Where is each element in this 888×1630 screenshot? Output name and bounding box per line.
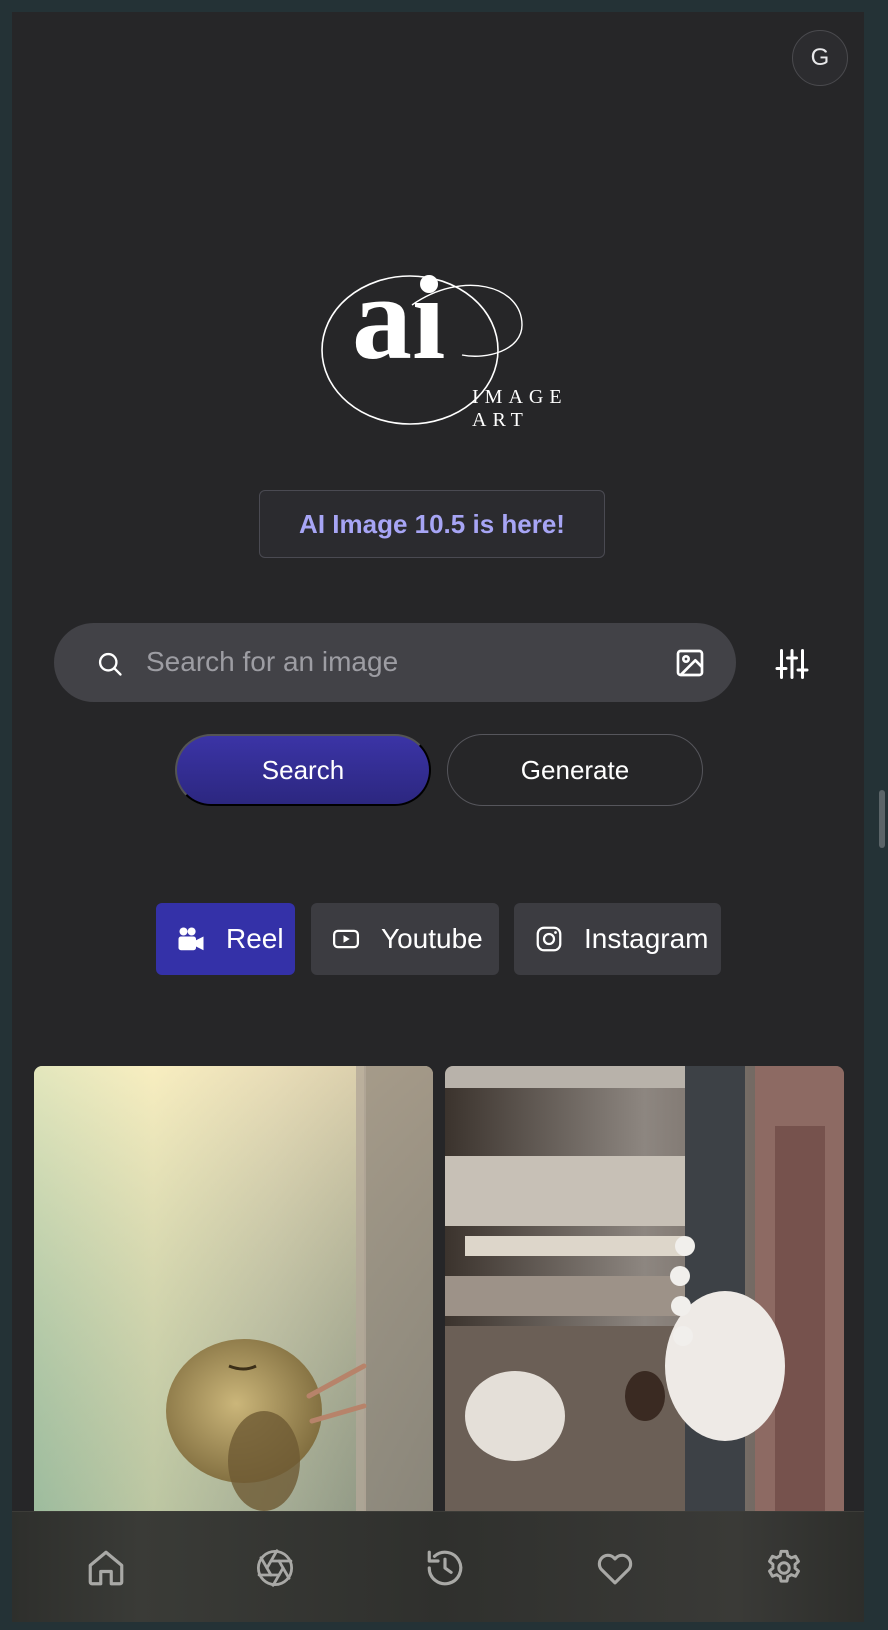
search-button[interactable]: Search: [175, 734, 431, 806]
nav-favorites[interactable]: [587, 1540, 643, 1596]
format-chip-instagram[interactable]: Instagram: [514, 903, 721, 975]
image-upload-icon[interactable]: [674, 647, 706, 679]
format-chip-reel[interactable]: Reel: [156, 903, 295, 975]
search-icon: [98, 652, 122, 676]
nav-settings[interactable]: [756, 1540, 812, 1596]
history-icon: [427, 1550, 463, 1586]
generate-button[interactable]: Generate: [447, 734, 703, 806]
search-bar[interactable]: [54, 623, 736, 702]
app-window: G ai IMAGE ART AI Image 10.5 is here! Se…: [12, 12, 864, 1622]
search-input[interactable]: [146, 639, 616, 685]
youtube-icon: [333, 929, 359, 949]
sliders-icon[interactable]: [774, 646, 810, 682]
format-chip-label: Reel: [226, 923, 284, 954]
mosque-prayer-image: [445, 1066, 844, 1536]
nav-explore[interactable]: [247, 1540, 303, 1596]
nav-home[interactable]: [78, 1540, 134, 1596]
scrollbar-thumb[interactable]: [879, 790, 885, 848]
format-chip-label: Instagram: [584, 923, 709, 954]
bird-on-wall-image: [34, 1066, 433, 1536]
logo-line-2: ART: [472, 409, 529, 431]
heart-icon: [597, 1553, 633, 1585]
format-chip-label: Youtube: [381, 923, 483, 954]
announcement-text: AI Image 10.5 is here!: [299, 508, 565, 539]
gallery-card[interactable]: [445, 1066, 844, 1536]
gallery-card[interactable]: [34, 1066, 433, 1536]
instagram-icon: [536, 926, 562, 952]
logo-mark: ai: [352, 251, 445, 384]
bottom-navigation: [12, 1511, 864, 1622]
announcement-banner[interactable]: AI Image 10.5 is here!: [259, 490, 605, 558]
aperture-icon: [256, 1549, 294, 1587]
format-chip-youtube[interactable]: Youtube: [311, 903, 499, 975]
settings-icon: [767, 1549, 801, 1583]
nav-history[interactable]: [417, 1540, 473, 1596]
logo-line-1: IMAGE: [472, 386, 568, 408]
avatar[interactable]: G: [792, 30, 848, 86]
avatar-initial: G: [810, 44, 830, 71]
home-icon: [88, 1550, 124, 1586]
video-camera-icon: [178, 927, 204, 951]
ai-image-art-logo: ai IMAGE ART: [321, 251, 568, 431]
